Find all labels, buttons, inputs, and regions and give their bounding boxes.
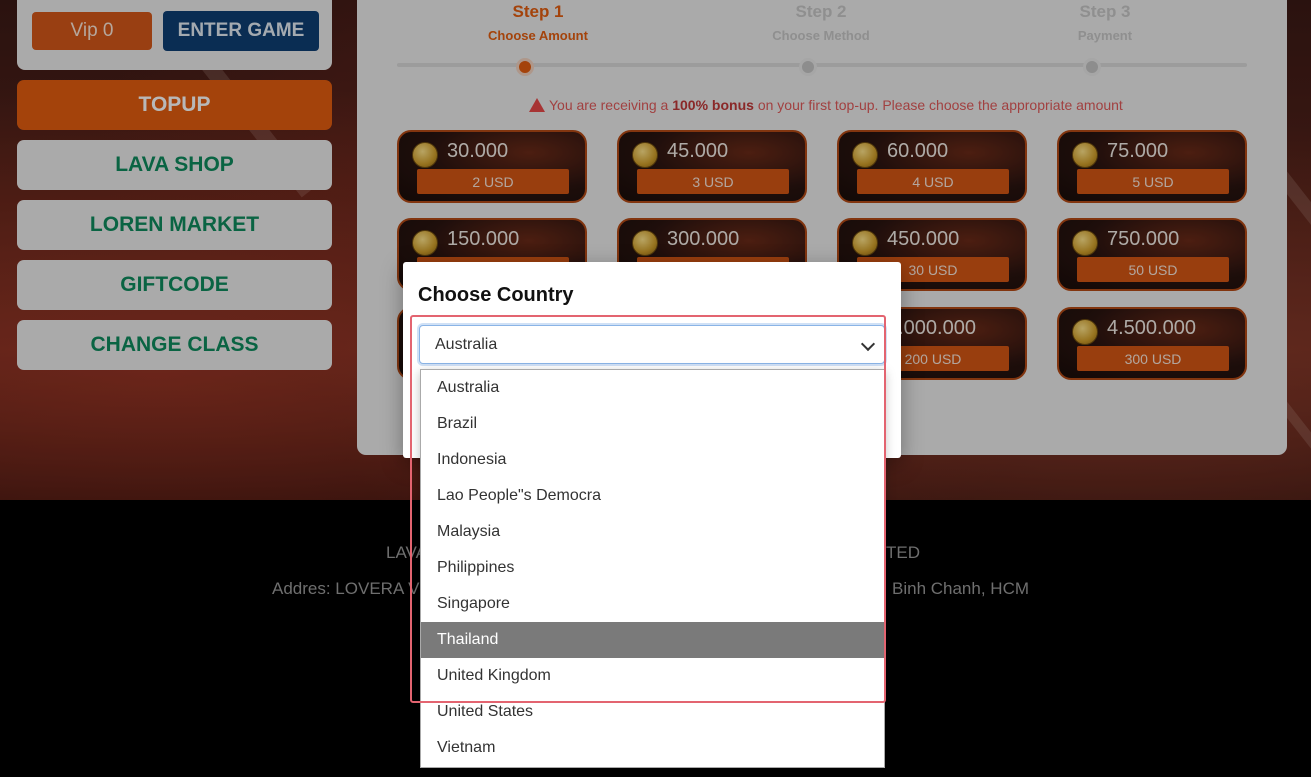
country-option[interactable]: Indonesia <box>421 442 884 478</box>
country-option[interactable]: Brazil <box>421 406 884 442</box>
country-select-value: Australia <box>435 336 498 353</box>
country-select[interactable]: Australia <box>419 325 885 364</box>
modal-title: Choose Country <box>418 284 574 306</box>
country-option[interactable]: Vietnam <box>421 730 884 766</box>
country-option[interactable]: United Kingdom <box>421 658 884 694</box>
country-option[interactable]: United States <box>421 694 884 730</box>
country-option[interactable]: Singapore <box>421 586 884 622</box>
country-option[interactable]: Philippines <box>421 550 884 586</box>
country-option[interactable]: Australia <box>421 370 884 406</box>
chevron-down-icon <box>860 336 876 352</box>
country-option[interactable]: Malaysia <box>421 514 884 550</box>
country-option-highlighted[interactable]: Thailand <box>421 622 884 658</box>
country-option[interactable]: Lao People"s Democra <box>421 478 884 514</box>
country-dropdown-list: Australia Brazil Indonesia Lao People"s … <box>420 369 885 768</box>
